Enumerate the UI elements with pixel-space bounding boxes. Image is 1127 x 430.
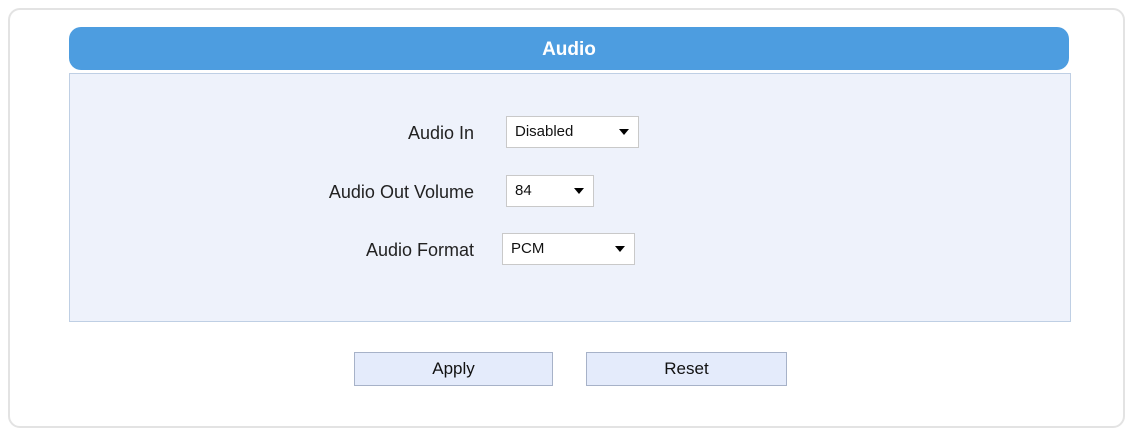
audio-settings-form: Audio In Disabled Audio Out Volume 84 Au… <box>69 73 1071 322</box>
audio-format-label: Audio Format <box>365 240 474 260</box>
audio-in-label: Audio In <box>407 123 474 143</box>
audio-out-volume-row: Audio Out Volume 84 <box>70 175 1070 209</box>
audio-in-value: Disabled <box>515 123 574 140</box>
audio-format-select[interactable]: PCM <box>502 233 635 265</box>
audio-in-row: Audio In Disabled <box>70 116 1070 150</box>
audio-format-row: Audio Format PCM <box>70 233 1070 267</box>
section-header-audio: Audio <box>69 27 1069 70</box>
apply-button[interactable]: Apply <box>354 352 553 386</box>
audio-out-volume-select[interactable]: 84 <box>506 175 594 207</box>
chevron-down-icon <box>574 188 584 194</box>
section-title: Audio <box>542 39 596 60</box>
chevron-down-icon <box>619 129 629 135</box>
reset-button[interactable]: Reset <box>586 352 787 386</box>
audio-out-volume-label: Audio Out Volume <box>328 182 474 202</box>
audio-format-value: PCM <box>511 240 545 257</box>
audio-out-volume-value: 84 <box>515 182 532 199</box>
audio-in-select[interactable]: Disabled <box>506 116 639 148</box>
chevron-down-icon <box>615 246 625 252</box>
